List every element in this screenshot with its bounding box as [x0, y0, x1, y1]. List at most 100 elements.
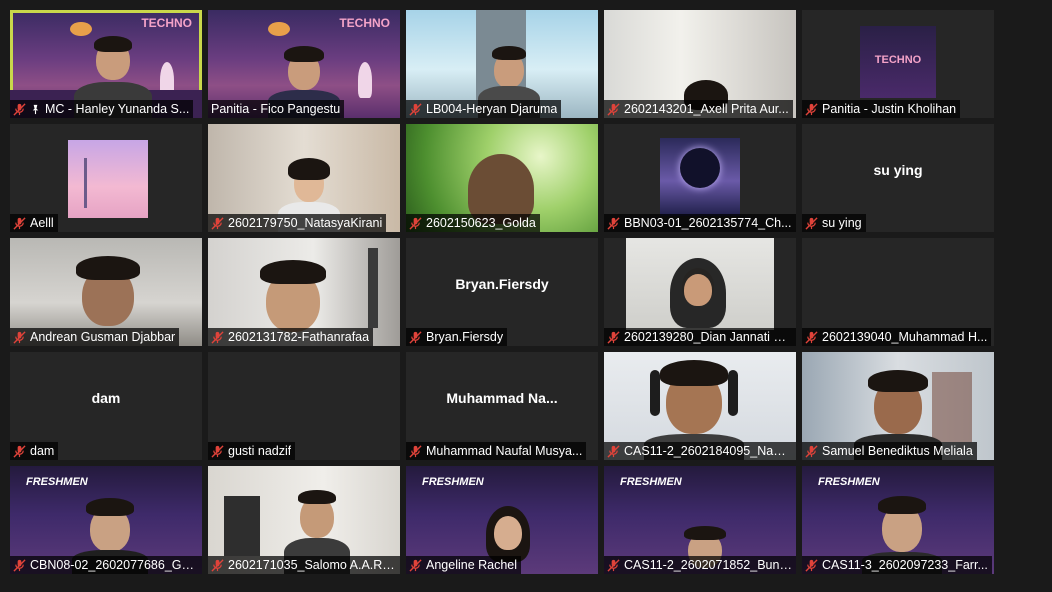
participant-name: 2602171035_Salomo A.A.R....	[228, 558, 396, 572]
mic-muted-icon	[13, 558, 26, 572]
participant-name: Angeline Rachel	[426, 558, 518, 572]
participant-nameplate: Panitia - Fico Pangestu	[208, 100, 345, 118]
participant-center-name: su ying	[873, 162, 923, 178]
techno-logo: TECHNO	[141, 16, 192, 30]
participant-center-name: dam	[91, 390, 121, 406]
participant-tile[interactable]: BBN03-01_2602135774_Ch...	[604, 124, 796, 232]
participant-name: LB004-Heryan Djaruma	[426, 102, 558, 116]
participant-name: BBN03-01_2602135774_Ch...	[624, 216, 792, 230]
participant-name: Samuel Benediktus Meliala	[822, 444, 973, 458]
participant-nameplate: BBN03-01_2602135774_Ch...	[604, 214, 796, 232]
participant-tile[interactable]: 2602139040_Muhammad H...	[802, 238, 994, 346]
participant-tile[interactable]: 2602179750_NatasyaKirani	[208, 124, 400, 232]
participant-tile[interactable]: LB004-Heryan Djaruma	[406, 10, 598, 118]
participant-nameplate: CBN08-02_2602077686_Gri...	[10, 556, 202, 574]
profile-picture	[660, 138, 740, 216]
participant-tile[interactable]: dam dam	[10, 352, 202, 460]
mic-muted-icon	[13, 444, 26, 458]
participant-nameplate: Muhammad Naufal Musya...	[406, 442, 587, 460]
participant-tile[interactable]: Muhammad Na... Muhammad Naufal Musya...	[406, 352, 598, 460]
mic-muted-icon	[211, 558, 224, 572]
mic-muted-icon	[805, 216, 818, 230]
participant-tile[interactable]: su ying su ying	[802, 124, 994, 232]
mic-muted-icon	[13, 330, 26, 344]
mic-muted-icon	[607, 444, 620, 458]
mic-muted-icon	[13, 216, 26, 230]
participant-name: 2602139280_Dian Jannati K...	[624, 330, 792, 344]
participant-tile[interactable]: 2602143201_Axell Prita Aur...	[604, 10, 796, 118]
mic-muted-icon	[409, 330, 422, 344]
participant-name: 2602139040_Muhammad H...	[822, 330, 988, 344]
participant-tile[interactable]: FRESHMEN CAS11-3_2602097233_Farr...	[802, 466, 994, 574]
techno-logo: TECHNO	[339, 16, 390, 30]
participant-tile[interactable]: Samuel Benediktus Meliala	[802, 352, 994, 460]
mic-muted-icon	[409, 216, 422, 230]
participant-tile[interactable]: TECHNO Panitia - Justin Kholihan	[802, 10, 994, 118]
participant-name: Panitia - Fico Pangestu	[211, 102, 341, 116]
participant-tile[interactable]: TECHNO MC - Hanley Yunanda S...	[10, 10, 202, 118]
participant-tile[interactable]: FRESHMEN CBN08-02_2602077686_Gri...	[10, 466, 202, 574]
participant-center-name: Muhammad Na...	[446, 390, 558, 406]
video-grid: TECHNO MC - Hanley Yunanda S... TECHNO P…	[10, 10, 994, 574]
participant-tile[interactable]: 2602171035_Salomo A.A.R....	[208, 466, 400, 574]
participant-name: dam	[30, 444, 55, 458]
participant-nameplate: 2602131782-Fathanrafaa	[208, 328, 374, 346]
participant-name: CAS11-2_2602184095_Nauf...	[624, 444, 792, 458]
participant-tile[interactable]: CAS11-2_2602184095_Nauf...	[604, 352, 796, 460]
participant-tile[interactable]: Bryan.Fiersdy Bryan.Fiersdy	[406, 238, 598, 346]
participant-tile[interactable]: gusti nadzif	[208, 352, 400, 460]
mic-muted-icon	[211, 216, 224, 230]
participant-nameplate: 2602139040_Muhammad H...	[802, 328, 992, 346]
participant-nameplate: 2602179750_NatasyaKirani	[208, 214, 387, 232]
participant-name: CAS11-2_2602071852_Bun ...	[624, 558, 792, 572]
participant-nameplate: 2602139280_Dian Jannati K...	[604, 328, 796, 346]
participant-name: 2602150623_Golda	[426, 216, 536, 230]
pin-icon	[32, 104, 39, 114]
participant-nameplate: CAS11-3_2602097233_Farr...	[802, 556, 992, 574]
freshmen-logo: FRESHMEN	[422, 476, 484, 488]
mic-muted-icon	[409, 558, 422, 572]
participant-tile[interactable]: 2602150623_Golda	[406, 124, 598, 232]
participant-name: gusti nadzif	[228, 444, 292, 458]
freshmen-logo: FRESHMEN	[620, 476, 682, 488]
profile-picture: TECHNO	[860, 26, 936, 98]
participant-name: Panitia - Justin Kholihan	[822, 102, 957, 116]
participant-center-name: Bryan.Fiersdy	[455, 276, 549, 292]
participant-tile[interactable]: Aelll	[10, 124, 202, 232]
freshmen-logo: FRESHMEN	[818, 476, 880, 488]
participant-nameplate: MC - Hanley Yunanda S...	[10, 100, 194, 118]
mic-muted-icon	[805, 558, 818, 572]
profile-picture	[68, 140, 148, 218]
participant-nameplate: Panitia - Justin Kholihan	[802, 100, 961, 118]
participant-name: Andrean Gusman Djabbar	[30, 330, 176, 344]
mic-muted-icon	[805, 102, 818, 116]
participant-nameplate: Angeline Rachel	[406, 556, 522, 574]
participant-tile[interactable]: FRESHMEN Angeline Rachel	[406, 466, 598, 574]
participant-nameplate: Aelll	[10, 214, 58, 232]
participant-tile[interactable]: TECHNO Panitia - Fico Pangestu	[208, 10, 400, 118]
mic-muted-icon	[211, 444, 224, 458]
participant-name: 2602179750_NatasyaKirani	[228, 216, 383, 230]
participant-nameplate: su ying	[802, 214, 866, 232]
participant-name: su ying	[822, 216, 862, 230]
mic-muted-icon	[607, 102, 620, 116]
participant-nameplate: 2602143201_Axell Prita Aur...	[604, 100, 793, 118]
freshmen-logo: FRESHMEN	[26, 476, 88, 488]
participant-name: CBN08-02_2602077686_Gri...	[30, 558, 198, 572]
mic-muted-icon	[805, 330, 818, 344]
mic-muted-icon	[607, 330, 620, 344]
participant-nameplate: 2602150623_Golda	[406, 214, 540, 232]
participant-name: MC - Hanley Yunanda S...	[45, 102, 190, 116]
participant-tile[interactable]: 2602139280_Dian Jannati K...	[604, 238, 796, 346]
participant-nameplate: Samuel Benediktus Meliala	[802, 442, 977, 460]
participant-name: 2602131782-Fathanrafaa	[228, 330, 370, 344]
participant-tile[interactable]: FRESHMEN CAS11-2_2602071852_Bun ...	[604, 466, 796, 574]
participant-tile[interactable]: Andrean Gusman Djabbar	[10, 238, 202, 346]
participant-nameplate: dam	[10, 442, 59, 460]
mic-muted-icon	[607, 216, 620, 230]
participant-tile[interactable]: 2602131782-Fathanrafaa	[208, 238, 400, 346]
mic-muted-icon	[13, 102, 26, 116]
participant-name: Bryan.Fiersdy	[426, 330, 504, 344]
participant-nameplate: CAS11-2_2602184095_Nauf...	[604, 442, 796, 460]
mic-muted-icon	[409, 444, 422, 458]
